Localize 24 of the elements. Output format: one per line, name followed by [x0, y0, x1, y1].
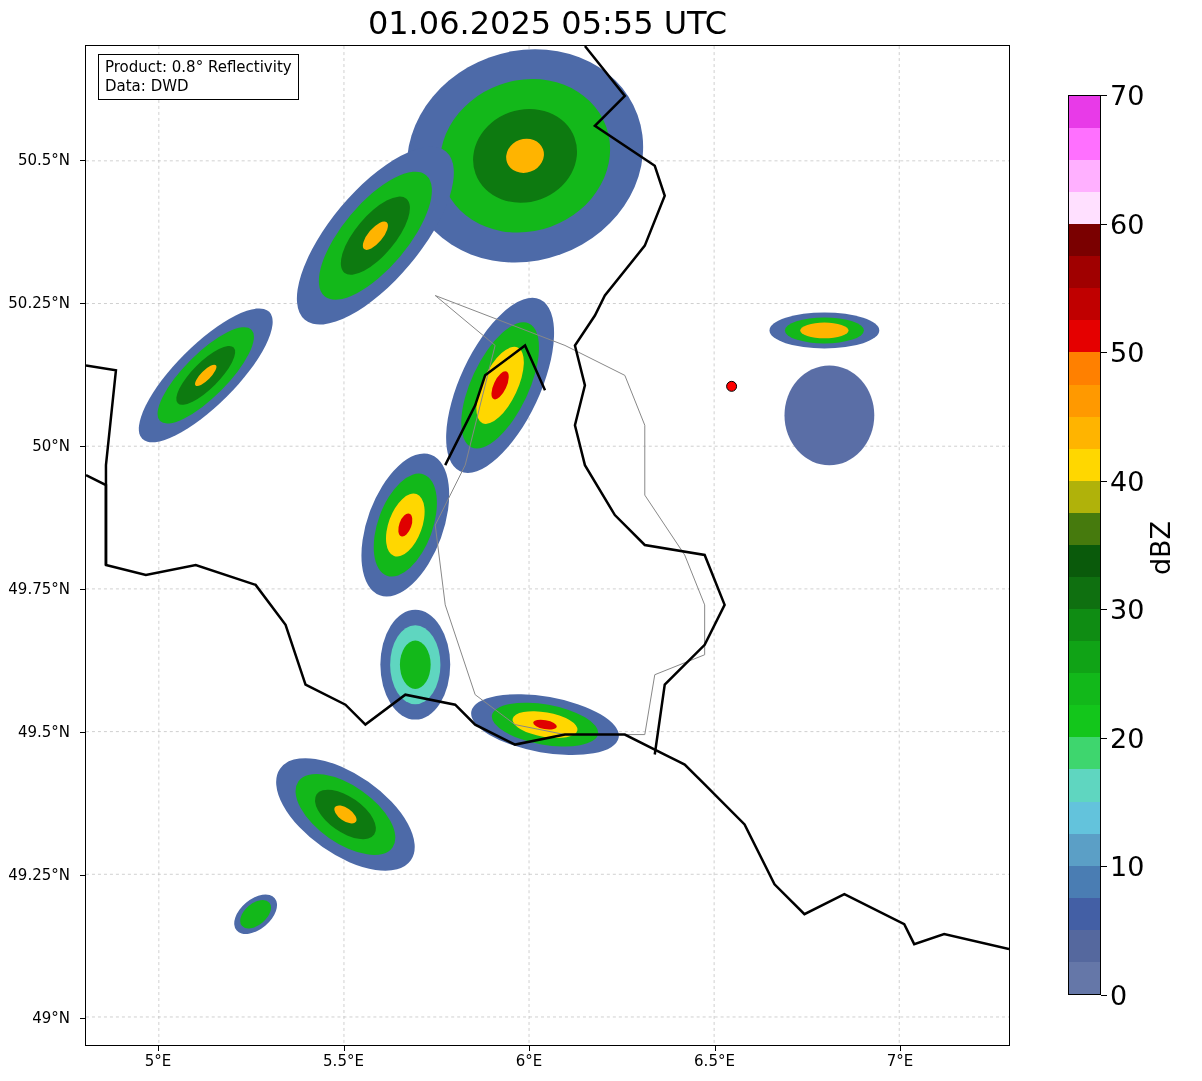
axis-tick-label: 50.5°N: [17, 151, 70, 169]
axis-tick-label: 6.5°E: [694, 1052, 735, 1070]
colorbar-tick-label: 60: [1110, 208, 1145, 240]
axis-tick-label: 5°E: [144, 1052, 172, 1070]
colorbar-tick-label: 40: [1110, 465, 1145, 497]
colorbar-label: dBZ: [1144, 520, 1176, 576]
axis-tick-label: 6°E: [515, 1052, 543, 1070]
axis-tick-label: 50°N: [32, 437, 70, 455]
colorbar-tick-label: 10: [1110, 850, 1145, 882]
chart-title: 01.06.2025 05:55 UTC: [366, 4, 729, 42]
colorbar-tick-label: 50: [1110, 336, 1145, 368]
axis-tick-label: 50.25°N: [8, 294, 70, 312]
axis-tick-label: 49.25°N: [8, 866, 70, 884]
colorbar-tick-label: 30: [1110, 593, 1145, 625]
info-text: Product: 0.8° Reflectivity: [105, 58, 292, 77]
axis-tick-label: 49°N: [32, 1009, 70, 1027]
axis-tick-label: 5.5°E: [323, 1052, 364, 1070]
colorbar-tick-label: 20: [1110, 722, 1145, 754]
colorbar-tick-label: 0: [1110, 979, 1128, 1011]
info-text: Data: DWD: [105, 77, 190, 96]
axis-tick-label: 7°E: [886, 1052, 914, 1070]
axis-tick-label: 49.5°N: [17, 723, 70, 741]
colorbar-tick-label: 70: [1110, 79, 1145, 111]
axis-tick-label: 49.75°N: [8, 580, 70, 598]
